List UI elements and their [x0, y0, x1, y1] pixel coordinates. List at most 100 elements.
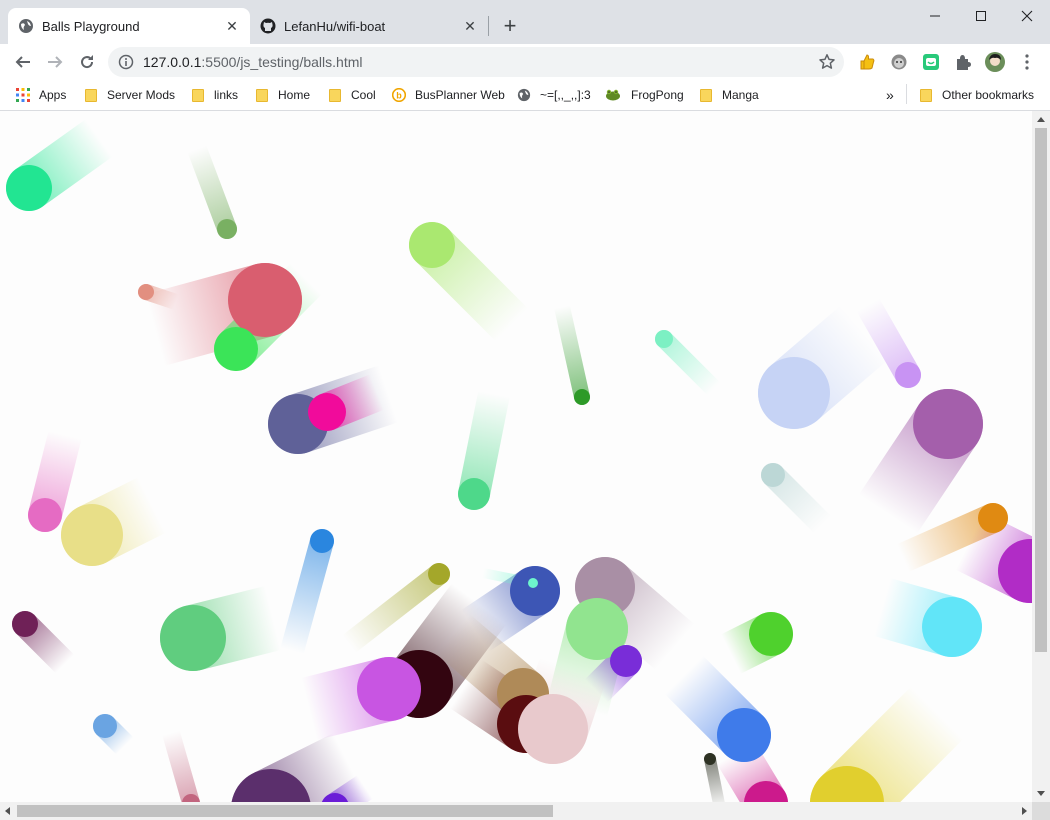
profile-avatar[interactable] [985, 52, 1005, 72]
ball [458, 478, 490, 510]
ball [749, 612, 793, 656]
ball-trail [162, 724, 200, 802]
forward-button[interactable] [41, 48, 69, 76]
ball-trail [554, 299, 590, 405]
ball [610, 645, 642, 677]
ball [160, 605, 226, 671]
close-window-button[interactable] [1004, 0, 1050, 32]
toolbar: 127.0.0.1:5500/js_testing/balls.html [0, 44, 1050, 80]
bookmark-frogpong[interactable]: FrogPong [604, 86, 684, 104]
scroll-down-arrow-icon[interactable] [1037, 791, 1045, 796]
back-arrow-icon [15, 56, 30, 68]
more-bookmarks-chevron-icon[interactable]: » [886, 86, 894, 104]
ball [93, 714, 117, 738]
maximize-icon [976, 11, 986, 21]
ball [922, 597, 982, 657]
ball-trail [655, 330, 723, 398]
bookmark-links[interactable]: links [191, 86, 238, 104]
other-bookmarks[interactable]: Other bookmarks [919, 86, 1034, 104]
bookmark-cool[interactable]: Cool [328, 86, 376, 104]
folder-icon [919, 88, 933, 102]
bookmark-label: Manga [722, 88, 759, 102]
ball [428, 563, 450, 585]
bookmarks-divider [906, 84, 907, 104]
ball-trail [187, 139, 237, 239]
bookmark-label: BusPlanner Web [415, 88, 505, 102]
vertical-scroll-thumb[interactable] [1035, 128, 1047, 652]
folder-icon [255, 88, 269, 102]
green-extension-icon[interactable] [921, 52, 941, 72]
bookmark-busplanner[interactable]: b BusPlanner Web [392, 86, 505, 104]
horizontal-scroll-thumb[interactable] [17, 805, 553, 817]
globe-icon [517, 88, 531, 102]
folder-icon [84, 88, 98, 102]
svg-text:b: b [396, 91, 402, 101]
ball [655, 330, 673, 348]
bookmark-label: ~=[,,_,,]:3 [540, 88, 591, 102]
url-path: :5500/js_testing/balls.html [201, 54, 363, 70]
bookmark-home[interactable]: Home [255, 86, 310, 104]
thumbs-up-extension-icon[interactable] [857, 52, 877, 72]
folder-icon [699, 88, 713, 102]
ball [574, 389, 590, 405]
ball [518, 694, 588, 764]
ball [978, 503, 1008, 533]
back-button[interactable] [9, 48, 37, 76]
ball [761, 463, 785, 487]
scroll-left-arrow-icon[interactable] [5, 807, 10, 815]
address-bar[interactable]: 127.0.0.1:5500/js_testing/balls.html [108, 47, 844, 77]
ball [717, 708, 771, 762]
ball [228, 263, 302, 337]
folder-icon [191, 88, 205, 102]
tab-title: LefanHu/wifi-boat [284, 18, 386, 34]
ball [528, 578, 538, 588]
ball [214, 327, 258, 371]
scroll-right-arrow-icon[interactable] [1022, 807, 1027, 815]
bookmark-server-mods[interactable]: Server Mods [84, 86, 175, 104]
ball [758, 357, 830, 429]
apps-grid-icon [16, 88, 30, 102]
bookmark-label: FrogPong [631, 88, 684, 102]
maximize-button[interactable] [958, 0, 1004, 32]
ball [510, 566, 560, 616]
tab-wifi-boat[interactable]: LefanHu/wifi-boat ✕ [250, 8, 488, 44]
busplanner-icon: b [392, 88, 406, 102]
ball [28, 498, 62, 532]
ball [704, 753, 716, 765]
bookmark-label: Server Mods [107, 88, 176, 102]
more-vertical-icon [1025, 54, 1029, 70]
bookmark-apps[interactable]: Apps [16, 86, 66, 104]
balls-drawing [6, 115, 1032, 802]
minimize-button[interactable] [912, 0, 958, 32]
balls-canvas[interactable] [0, 111, 1032, 802]
ball [895, 362, 921, 388]
bookmark-manga[interactable]: Manga [699, 86, 759, 104]
bookmark-label: Home [278, 88, 311, 102]
github-icon [260, 18, 276, 34]
monkey-extension-icon[interactable] [889, 52, 909, 72]
globe-icon [18, 18, 34, 34]
tab-title: Balls Playground [42, 18, 140, 34]
horizontal-scrollbar[interactable] [0, 802, 1032, 820]
tab-balls-playground[interactable]: Balls Playground ✕ [8, 8, 250, 44]
ball [6, 165, 52, 211]
scroll-up-arrow-icon[interactable] [1037, 117, 1045, 122]
close-tab-icon[interactable]: ✕ [224, 18, 240, 34]
folder-icon [328, 88, 342, 102]
scrollbar-corner [1032, 802, 1050, 820]
reload-button[interactable] [73, 48, 101, 76]
close-tab-icon[interactable]: ✕ [462, 18, 478, 34]
info-icon[interactable] [118, 54, 134, 70]
url-text: 127.0.0.1:5500/js_testing/balls.html [143, 54, 362, 70]
bookmark-star-icon[interactable] [818, 53, 836, 71]
vertical-scrollbar[interactable] [1032, 111, 1050, 802]
ball [217, 219, 237, 239]
extensions-puzzle-icon[interactable] [953, 52, 973, 72]
bookmarks-bar: Apps Server Mods links Home Cool b BusPl… [0, 80, 1050, 111]
bookmark-emoticon[interactable]: ~=[,,_,,]:3 [517, 86, 591, 104]
ball [409, 222, 455, 268]
other-bookmarks-label: Other bookmarks [942, 88, 1035, 102]
chrome-menu-button[interactable] [1017, 52, 1037, 72]
ball [913, 389, 983, 459]
new-tab-button[interactable]: + [498, 13, 522, 38]
